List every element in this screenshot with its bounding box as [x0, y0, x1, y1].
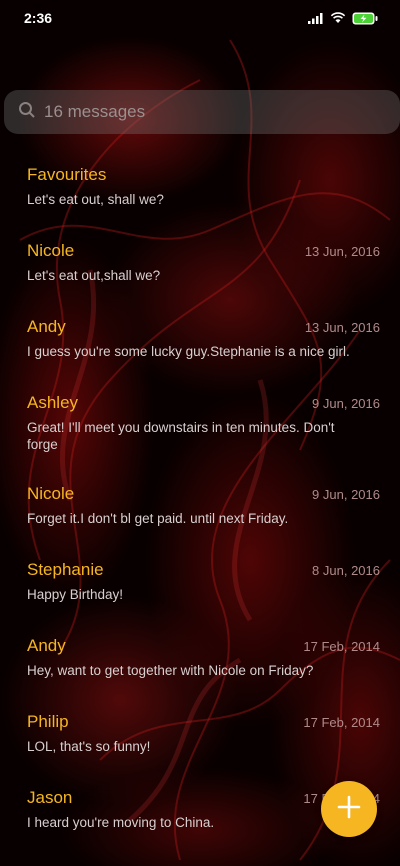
- conversation-name: Nicole: [27, 241, 75, 260]
- conversation-item[interactable]: Philip 17 Feb, 2014 LOL, that's so funny…: [0, 697, 400, 773]
- conversation-name: Stephanie: [27, 560, 104, 579]
- conversation-name: Favourites: [27, 165, 107, 184]
- conversation-preview: Let's eat out, shall we?: [27, 192, 164, 207]
- conversation-date: 9 Jun, 2016: [312, 487, 380, 502]
- conversation-item-favourites[interactable]: Favourites Let's eat out, shall we?: [0, 150, 400, 226]
- signal-icon: [308, 12, 324, 24]
- conversation-item[interactable]: Nicole 9 Jun, 2016 Forget it.I don't bl …: [0, 469, 400, 545]
- conversation-preview: Happy Birthday!: [27, 587, 124, 602]
- conversation-item[interactable]: Andy 13 Jun, 2016 I guess you're some lu…: [0, 302, 400, 378]
- conversation-date: 17 Feb, 2014: [303, 715, 380, 730]
- conversation-name: Andy: [27, 636, 66, 655]
- conversation-preview: I guess you're some lucky guy.Stephanie …: [27, 344, 350, 359]
- plus-icon: [337, 795, 361, 824]
- conversation-item[interactable]: Nicole 13 Jun, 2016 Let's eat out,shall …: [0, 226, 400, 302]
- conversation-date: 13 Jun, 2016: [304, 244, 380, 259]
- conversation-item[interactable]: Stephanie 8 Jun, 2016 Happy Birthday!: [0, 545, 400, 621]
- battery-charging-icon: [352, 12, 378, 25]
- conversation-date: 8 Jun, 2016: [312, 563, 380, 578]
- new-message-button[interactable]: [321, 781, 377, 837]
- conversation-list: Favourites Let's eat out, shall we? Nico…: [0, 150, 400, 849]
- wifi-icon: [330, 12, 346, 24]
- status-icons: [308, 12, 378, 25]
- conversation-name: Ashley: [27, 393, 79, 412]
- conversation-name: Andy: [27, 317, 66, 336]
- conversation-preview: LOL, that's so funny!: [27, 739, 151, 754]
- conversation-preview: Forget it.I don't bl get paid. until nex…: [27, 511, 289, 526]
- conversation-date: 17 Feb, 2014: [303, 639, 380, 654]
- conversation-name: Nicole: [27, 484, 75, 503]
- conversation-preview: Great! I'll meet you downstairs in ten m…: [27, 420, 335, 452]
- search-icon: [18, 101, 36, 124]
- conversation-date: 9 Jun, 2016: [312, 396, 380, 411]
- conversation-item[interactable]: Andy 17 Feb, 2014 Hey, want to get toget…: [0, 621, 400, 697]
- conversation-date: 13 Jun, 2016: [304, 320, 380, 335]
- conversation-name: Philip: [27, 712, 69, 731]
- status-time: 2:36: [24, 10, 53, 26]
- conversation-preview: Let's eat out,shall we?: [27, 268, 161, 283]
- conversation-name: Jason: [27, 788, 73, 807]
- search-bar[interactable]: [4, 90, 400, 134]
- conversation-preview: I heard you're moving to China.: [27, 815, 215, 830]
- conversation-item[interactable]: Ashley 9 Jun, 2016 Great! I'll meet you …: [0, 378, 400, 469]
- conversation-preview: Hey, want to get together with Nicole on…: [27, 663, 314, 678]
- search-input[interactable]: [44, 102, 344, 122]
- status-bar: 2:36: [0, 0, 400, 36]
